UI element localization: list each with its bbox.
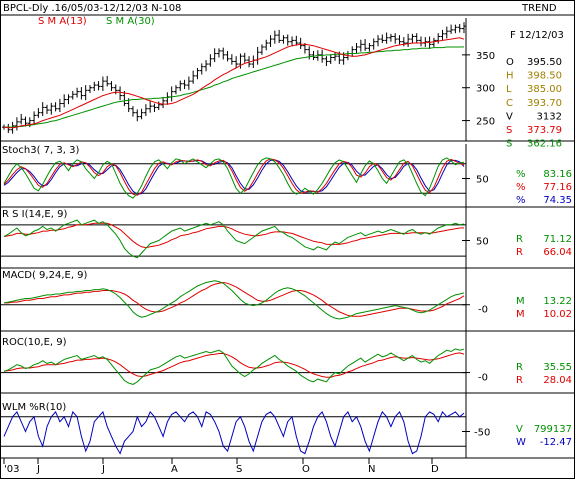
x-tick-label-4: S — [236, 464, 242, 475]
ohlc-key-3: C — [506, 98, 513, 109]
wlm-value-1: -12.47 — [540, 437, 572, 448]
stoch-value-2: 74.35 — [543, 195, 572, 206]
ohlc-value-5: 373.79 — [527, 125, 562, 136]
sma30-legend: S M A(30) — [106, 16, 155, 27]
ohlc-value-3: 393.70 — [527, 98, 562, 109]
wlm-value-0: 799137 — [534, 424, 572, 435]
ohlc-key-0: O — [506, 57, 514, 68]
x-tick-label-7: D — [431, 464, 439, 475]
price-tick-label-1: 300 — [476, 84, 495, 95]
roc-value-0: 35.55 — [543, 362, 572, 373]
roc-key-1: R — [516, 375, 523, 386]
macd-value-0: 13.22 — [543, 296, 572, 307]
x-tick-label-6: N — [368, 464, 375, 475]
stoch-pctS-line — [3, 159, 465, 195]
macd-title: MACD( 9,24,E, 9) — [2, 270, 88, 281]
stoch-key-0: % — [516, 169, 526, 180]
wlm-tick-label: -50 — [474, 428, 490, 439]
macd-key-0: M — [516, 296, 525, 307]
sma13-line — [3, 37, 465, 129]
ohlc-value-2: 385.00 — [527, 84, 562, 95]
price-tick-label-2: 250 — [476, 117, 495, 128]
x-tick-label-3: A — [171, 464, 178, 475]
x-tick-label-2: J — [101, 464, 105, 475]
rsi-value-1: 66.04 — [543, 247, 572, 258]
price-tick-label-0: 350 — [476, 51, 495, 62]
stoch-key-2: % — [516, 195, 526, 206]
rsi-tick-label: 50 — [476, 237, 489, 248]
ohlc-value-6: 362.16 — [527, 139, 562, 150]
stoch-value-1: 77.16 — [543, 182, 572, 193]
roc-value-1: 28.04 — [543, 375, 572, 386]
ohlc-value-0: 395.50 — [527, 57, 562, 68]
rsi-key-1: R — [516, 247, 523, 258]
stoch-value-0: 83.16 — [543, 169, 572, 180]
chart-title: BPCL-Dly .16/05/03-12/12/03 N-108 — [3, 3, 181, 14]
macd-key-1: M — [516, 309, 525, 320]
x-tick-label-0: '03 — [4, 464, 19, 475]
macd-signal-line — [4, 281, 465, 317]
ohlc-key-5: S — [506, 125, 512, 136]
date-label: F 12/12/03 — [510, 30, 564, 41]
macd-value-1: 10.02 — [543, 309, 572, 320]
ohlc-key-4: V — [506, 111, 513, 122]
roc-key-0: R — [516, 362, 523, 373]
ohlc-key-2: L — [506, 84, 512, 95]
stoch-tick-label: 50 — [476, 175, 489, 186]
x-tick-label-5: O — [302, 464, 310, 475]
roc-title: ROC(10,E, 9) — [2, 337, 67, 348]
sma13-legend: S M A(13) — [38, 16, 87, 27]
ohlc-value-4: 3132 — [537, 111, 562, 122]
ohlc-key-1: H — [506, 71, 514, 82]
rsi-title: R S I(14,E, 9) — [2, 209, 67, 220]
sma30-line — [4, 46, 465, 128]
rsi-value-0: 71.12 — [543, 234, 572, 245]
technical-chart: BPCL-Dly .16/05/03-12/12/03 N-108 TREND … — [0, 3, 575, 475]
rsi-signal-line — [3, 222, 465, 249]
wlm-key-1: W — [516, 437, 526, 448]
ohlc-key-6: S — [506, 139, 512, 150]
stoch-key-1: % — [516, 182, 526, 193]
wlm-title: WLM %R(10) — [2, 402, 66, 413]
macd-tick-label: -0 — [478, 305, 488, 316]
roc-tick-label: -0 — [478, 373, 488, 384]
roc-line — [3, 348, 465, 385]
trend-label: TREND — [521, 3, 557, 14]
wlm-line — [3, 410, 465, 455]
wlm-key-0: V — [516, 424, 523, 435]
ohlc-value-1: 398.50 — [527, 71, 562, 82]
x-tick-label-1: J — [36, 464, 40, 475]
rsi-line — [3, 219, 465, 259]
stoch-title: Stoch3( 7, 3, 3) — [2, 145, 79, 156]
rsi-key-0: R — [516, 234, 523, 245]
